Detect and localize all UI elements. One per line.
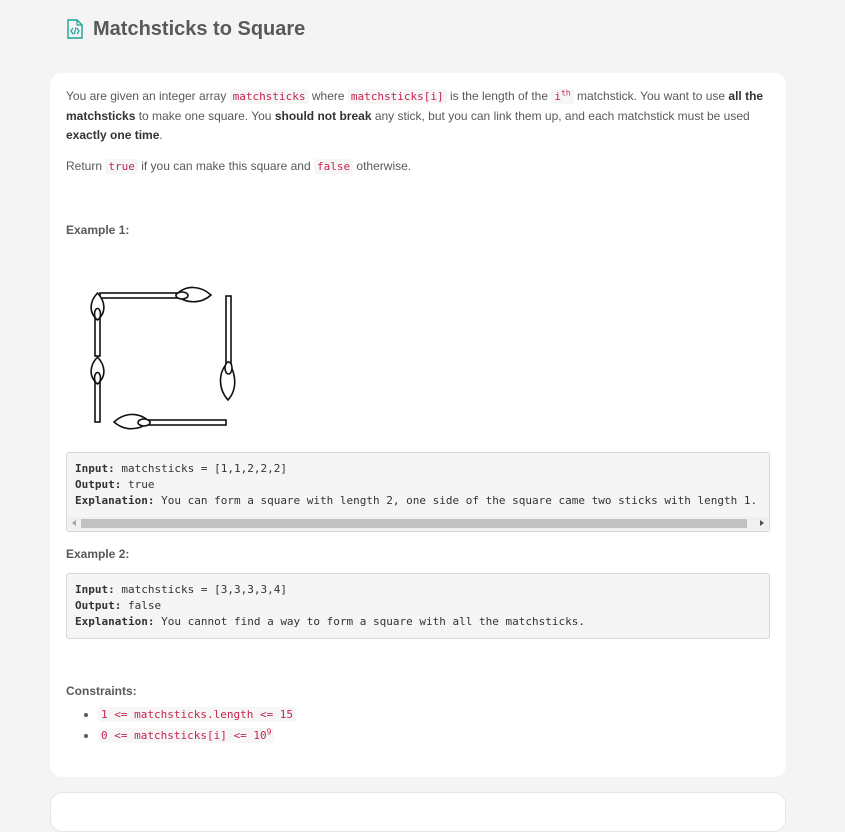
- inline-code: matchsticks[i]: [347, 89, 447, 104]
- code-file-icon: [66, 19, 83, 39]
- scrollbar-thumb[interactable]: [81, 519, 747, 528]
- page-title: Matchsticks to Square: [93, 17, 306, 40]
- problem-description-card: You are given an integer array matchstic…: [50, 73, 786, 777]
- list-item: 1 <= matchsticks.length <= 15: [98, 704, 297, 725]
- inline-code: matchsticks: [229, 89, 309, 104]
- constraints-heading: Constraints:: [66, 684, 137, 698]
- example-2-code-block: Input: matchsticks = [3,3,3,3,4] Output:…: [66, 573, 770, 639]
- inline-code: false: [313, 159, 354, 174]
- example-1-code-block[interactable]: Input: matchsticks = [1,1,2,2,2] Output:…: [66, 452, 770, 532]
- scroll-left-arrow-icon[interactable]: [68, 517, 81, 530]
- return-statement: Return true if you can make this square …: [66, 159, 412, 174]
- example-2-heading: Example 2:: [66, 547, 130, 561]
- inline-code: true: [105, 159, 138, 174]
- horizontal-scrollbar[interactable]: [68, 517, 768, 530]
- list-item: 0 <= matchsticks[i] <= 109: [98, 725, 296, 746]
- problem-statement: You are given an integer array matchstic…: [66, 88, 764, 142]
- example-1-heading: Example 1:: [66, 223, 130, 237]
- scroll-right-arrow-icon[interactable]: [755, 517, 768, 530]
- title-bar: Matchsticks to Square: [66, 16, 305, 42]
- matchsticks-square-image: [86, 270, 236, 430]
- next-section-card: [50, 792, 786, 832]
- constraints-list: 1 <= matchsticks.length <= 15 0 <= match…: [66, 704, 297, 746]
- inline-code: ith: [551, 89, 574, 104]
